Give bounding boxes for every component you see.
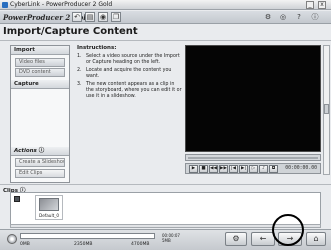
capture-header: Capture — [11, 80, 69, 89]
edit-clips-button[interactable]: Edit Clips — [15, 169, 65, 178]
volume-icon[interactable]: ♪ — [259, 165, 268, 173]
instruction-step: 3. The new content appears as a clip in t… — [77, 82, 182, 100]
timeline-scrubber[interactable] — [185, 154, 321, 161]
minimize-button[interactable]: _ — [306, 1, 314, 9]
timecode: 00:00:00.00 — [285, 166, 317, 171]
disc-label-mid: 2350MB — [74, 242, 93, 247]
disc-icon[interactable]: ◉ — [98, 12, 108, 22]
step-text: Select a video source under the Import o… — [86, 54, 180, 65]
help-icon[interactable]: ? — [293, 12, 305, 22]
burn-icon[interactable]: ◎ — [277, 12, 289, 22]
play-icon[interactable]: ▶ — [189, 165, 198, 173]
divider — [0, 40, 331, 41]
step-icon[interactable]: ▷ — [249, 165, 258, 173]
disc-label-min: 0MB — [20, 242, 30, 247]
snapshot-icon[interactable]: ◘ — [269, 165, 278, 173]
step-number: 3. — [77, 82, 82, 87]
clip-thumbnail[interactable]: Default_0 — [35, 195, 63, 220]
step-number: 1. — [77, 54, 82, 59]
stop-icon[interactable]: ■ — [199, 165, 208, 173]
settings-icon[interactable]: ⚙ — [262, 12, 274, 22]
actions-header-label: Actions — [14, 148, 37, 154]
create-slideshow-button[interactable]: Create a Slideshow — [15, 158, 65, 167]
instructions-list: 1. Select a video source under the Import… — [77, 54, 182, 100]
instruction-step: 2. Locate and acquire the content you wan… — [77, 68, 182, 80]
info-icon[interactable]: ⓘ — [309, 12, 321, 22]
title-bar: CyberLink - PowerProducer 2 Gold _ x — [0, 0, 331, 10]
instruction-step: 1. Select a video source under the Import… — [77, 54, 182, 66]
instructions-title: Instructions: — [77, 45, 117, 51]
close-button[interactable]: x — [318, 1, 326, 9]
right-scrollbar[interactable] — [323, 45, 330, 175]
import-dvd-content-button[interactable]: DVD content — [15, 68, 65, 77]
powerproducer-window: CyberLink - PowerProducer 2 Gold _ x Pow… — [0, 0, 331, 250]
back-icon[interactable]: ↶ — [72, 12, 82, 22]
divider — [0, 184, 331, 185]
step-number: 2. — [77, 68, 82, 73]
app-logo-icon — [2, 2, 8, 8]
back-button[interactable]: ← — [251, 232, 275, 246]
clip-image — [39, 198, 59, 211]
step-text: The new content appears as a clip in the… — [86, 82, 182, 99]
scrubber-track[interactable] — [188, 157, 318, 159]
copy-icon[interactable]: ❐ — [111, 12, 121, 22]
scrollbar-thumb[interactable] — [324, 104, 329, 114]
instructions: Instructions: 1. Select a video source un… — [77, 45, 182, 135]
disc-icon — [7, 234, 17, 244]
toolbar: PowerProducer 2 Gold ↶ ▤ ◉ ❐ ⚙ ◎ ? ⓘ — [0, 11, 331, 24]
home-button[interactable]: ⌂ — [306, 232, 326, 246]
step-text: Locate and acquire the content you want. — [86, 68, 172, 79]
clip-caption: Default_0 — [38, 213, 60, 218]
import-video-files-button[interactable]: Video files — [15, 58, 65, 67]
video-preview — [185, 45, 321, 152]
next-icon[interactable]: ▶| — [239, 165, 248, 173]
settings-button[interactable]: ⚙ — [225, 232, 247, 246]
highlight-circle — [272, 214, 304, 246]
disc-usage-readout: 00:00:07 5MB — [162, 233, 180, 243]
actions-header: Actions ⓘ — [11, 147, 69, 156]
film-icon[interactable]: ▤ — [85, 12, 95, 22]
home-icon: ⌂ — [313, 234, 319, 243]
page-title: Import/Capture Content — [3, 26, 138, 37]
info-icon: ⓘ — [38, 148, 45, 154]
source-panel: Import Video files DVD content Capture A… — [10, 45, 70, 183]
disc-size: 5MB — [162, 238, 171, 243]
previous-icon[interactable]: |◀ — [229, 165, 238, 173]
disc-capacity-bar — [20, 233, 155, 239]
settings-icon: ⚙ — [232, 234, 240, 243]
clip-drag-handle[interactable] — [14, 196, 20, 202]
disc-label-max: 4700MB — [131, 242, 150, 247]
rewind-icon[interactable]: ◀◀ — [209, 165, 218, 173]
window-title: CyberLink - PowerProducer 2 Gold — [10, 1, 113, 8]
import-header: Import — [11, 46, 69, 55]
back-arrow-icon: ← — [259, 234, 267, 243]
player-controls: ▶ ■ ◀◀ ▶▶ |◀ ▶| ▷ ♪ ◘ 00:00:00.00 — [185, 163, 321, 174]
fast-forward-icon[interactable]: ▶▶ — [219, 165, 228, 173]
